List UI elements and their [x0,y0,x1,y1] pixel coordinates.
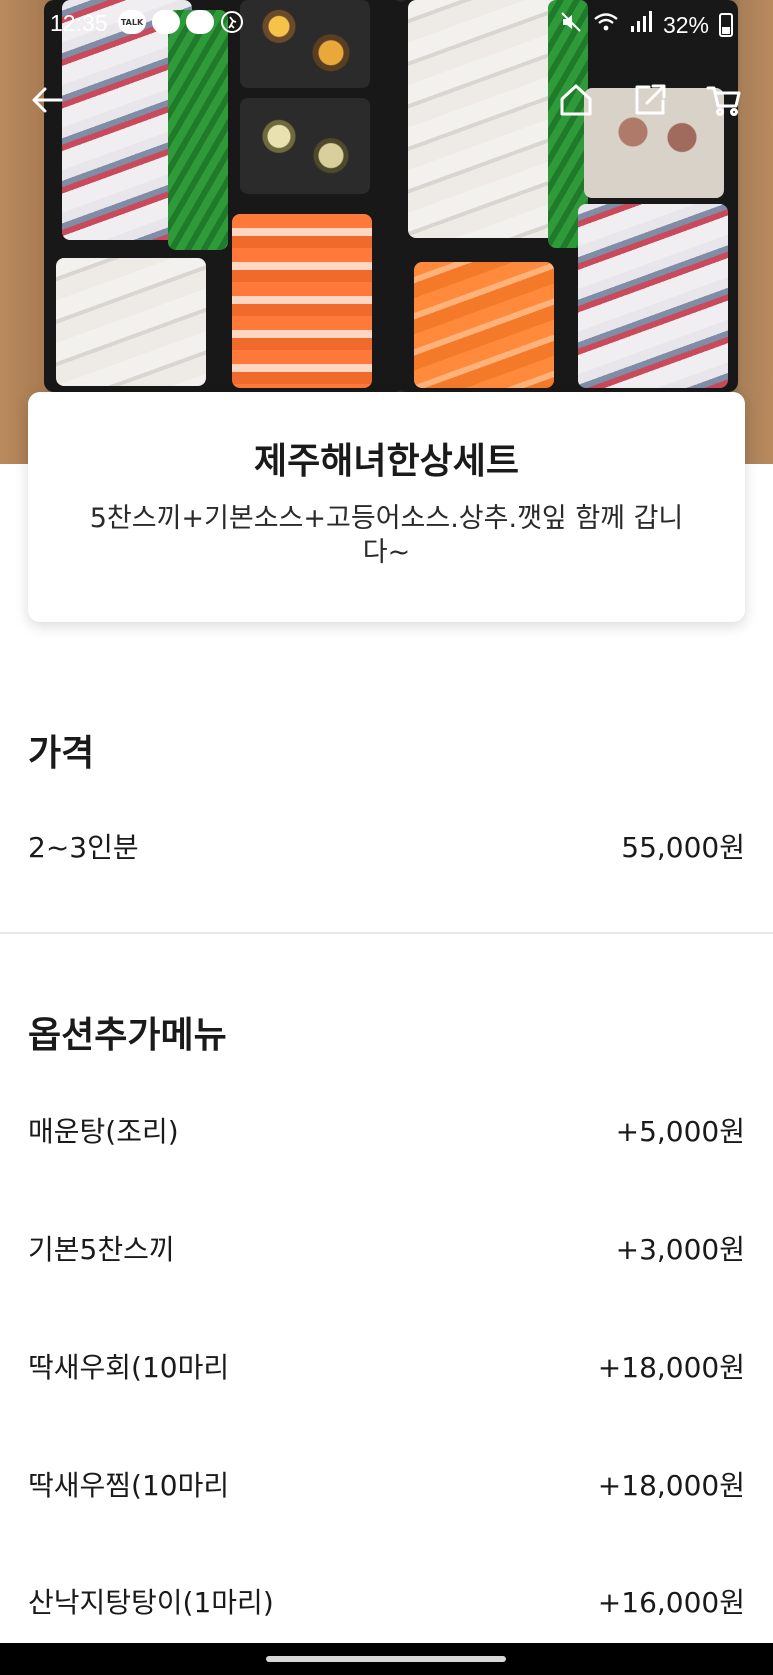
mackerel-slices-right [578,204,728,388]
home-button[interactable] [552,76,600,124]
back-arrow-icon [32,87,63,113]
option-price: +18,000원 [597,1351,745,1384]
running-icon [220,10,244,40]
white-fish-slices [56,258,206,386]
system-nav-bar [0,1643,773,1675]
status-bar: 12:35 TALK 32% [0,0,773,50]
section-divider [0,932,773,934]
option-row[interactable]: 딱새우찜(10마리 +18,000원 [28,1464,745,1504]
battery-icon [719,13,733,37]
chat-bubble-icon [152,10,180,34]
option-price: +5,000원 [615,1115,745,1148]
home-indicator[interactable] [266,1656,506,1662]
price-section-title: 가격 [28,733,95,774]
price-row[interactable]: 2~3인분 55,000원 [28,826,745,866]
cart-icon [706,86,741,116]
talk-icon: TALK [118,10,146,34]
option-row[interactable]: 딱새우회(10마리 +18,000원 [28,1346,745,1386]
shellfish-pale [240,98,370,194]
shrimp-pieces [232,214,372,388]
share-icon [635,84,666,115]
option-row[interactable]: 매운탕(조리) +5,000원 [28,1110,745,1150]
mute-icon [559,10,583,40]
product-description: 5찬스끼+기본소스+고등어소스.상추.깻잎 함께 갑니다~ [89,503,684,568]
wifi-icon [593,10,619,40]
chat-bubble-icon [186,10,214,34]
back-button[interactable] [24,76,72,124]
option-price: +16,000원 [597,1586,745,1619]
option-price: +3,000원 [615,1233,745,1266]
option-row[interactable]: 산낙지탕탕이(1마리) +16,000원 [28,1581,745,1621]
option-label: 딱새우찜(10마리 [28,1469,230,1502]
option-label: 기본5찬스끼 [28,1233,175,1266]
product-info-card: 제주해녀한상세트 5찬스끼+기본소스+고등어소스.상추.깻잎 함께 갑니다~ [28,392,745,622]
option-price: +18,000원 [597,1469,745,1502]
option-row[interactable]: 기본5찬스끼 +3,000원 [28,1228,745,1268]
price-label: 2~3인분 [28,831,139,864]
option-label: 딱새우회(10마리 [28,1351,230,1384]
cart-button[interactable] [700,76,748,124]
salmon-slices [414,262,554,388]
option-label: 산낙지탕탕이(1마리) [28,1586,274,1619]
status-time: 12:35 [50,10,108,36]
product-name: 제주해녀한상세트 [254,441,519,482]
share-button[interactable] [626,76,674,124]
price-value: 55,000원 [621,831,745,864]
notification-icons: TALK [118,10,244,40]
option-label: 매운탕(조리) [28,1115,179,1148]
system-icons: 32% [559,10,733,40]
options-section-title: 옵션추가메뉴 [28,1015,227,1056]
home-icon [560,84,592,116]
battery-percent: 32% [662,11,709,38]
signal-icon [629,10,653,40]
